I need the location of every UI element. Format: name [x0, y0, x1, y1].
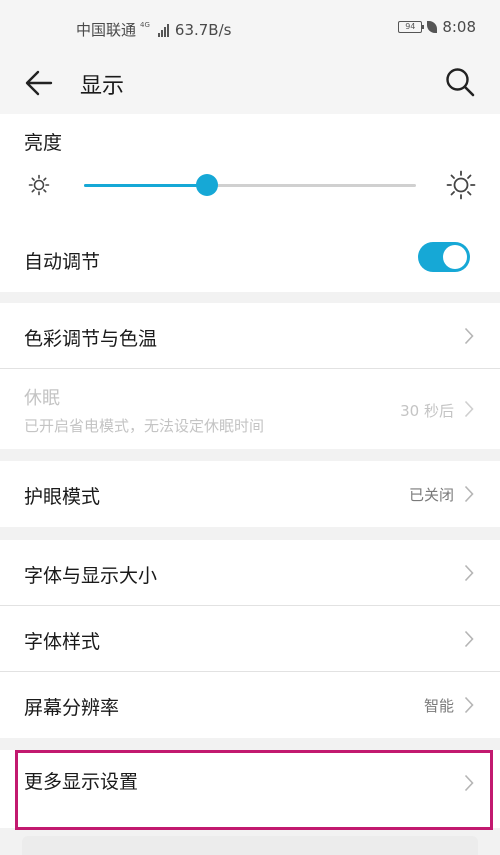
resolution-label: 屏幕分辨率 — [24, 697, 120, 719]
brightness-slider-fill — [84, 184, 207, 187]
brightness-section: 亮度 自动调节 — [0, 114, 500, 292]
brightness-low-icon — [28, 174, 50, 196]
next-section-stub — [22, 836, 478, 855]
brightness-slider[interactable] — [84, 174, 416, 196]
clock: 8:08 — [442, 18, 476, 36]
eye-care-value: 已关闭 — [408, 486, 454, 504]
resolution-row[interactable]: 屏幕分辨率 智能 — [0, 672, 500, 738]
more-display-label: 更多显示设置 — [24, 771, 139, 793]
chevron-right-icon — [464, 696, 474, 714]
color-temperature-label: 色彩调节与色温 — [24, 328, 158, 350]
eye-care-row[interactable]: 护眼模式 已关闭 — [0, 461, 500, 527]
chevron-right-icon — [464, 327, 474, 345]
toggle-knob — [443, 245, 467, 269]
sleep-row: 休眠 已开启省电模式，无法设定休眠时间 30 秒后 — [0, 369, 500, 449]
back-arrow-icon[interactable] — [24, 68, 54, 98]
color-sleep-section: 色彩调节与色温 休眠 已开启省电模式，无法设定休眠时间 30 秒后 — [0, 303, 500, 449]
resolution-value: 智能 — [423, 697, 454, 715]
app-bar: 显示 — [0, 56, 500, 114]
auto-brightness-toggle[interactable] — [418, 242, 470, 272]
status-bar: 中国联通 4G 63.7B/s 94 8:08 — [0, 0, 500, 56]
chevron-right-icon — [464, 774, 474, 792]
brightness-high-icon — [446, 170, 476, 200]
power-saving-icon — [427, 21, 438, 33]
font-size-row[interactable]: 字体与显示大小 — [0, 540, 500, 606]
carrier-name: 中国联通 — [76, 21, 137, 39]
eye-care-label: 护眼模式 — [24, 486, 101, 508]
status-right: 94 8:08 — [398, 18, 476, 36]
brightness-title: 亮度 — [24, 132, 63, 154]
chevron-right-icon — [464, 630, 474, 648]
chevron-right-icon — [464, 485, 474, 503]
net-speed: 63.7B/s — [174, 20, 232, 39]
page-title: 显示 — [80, 74, 125, 99]
network-type: 4G — [140, 21, 150, 29]
search-icon[interactable] — [444, 66, 476, 98]
sleep-value: 30 秒后 — [400, 402, 454, 420]
chevron-right-icon — [464, 400, 474, 418]
status-left: 中国联通 4G 63.7B/s — [76, 19, 231, 40]
sleep-subtitle: 已开启省电模式，无法设定休眠时间 — [24, 417, 265, 435]
auto-brightness-label: 自动调节 — [24, 251, 101, 273]
font-size-label: 字体与显示大小 — [24, 565, 158, 587]
font-style-row[interactable]: 字体样式 — [0, 606, 500, 672]
battery-icon: 94 — [398, 21, 425, 33]
chevron-right-icon — [464, 564, 474, 582]
signal-icon — [157, 23, 169, 37]
eye-care-section: 护眼模式 已关闭 — [0, 461, 500, 527]
font-style-label: 字体样式 — [24, 631, 101, 653]
font-resolution-section: 字体与显示大小 字体样式 屏幕分辨率 智能 — [0, 540, 500, 738]
color-temperature-row[interactable]: 色彩调节与色温 — [0, 303, 500, 369]
brightness-slider-thumb[interactable] — [195, 174, 218, 196]
sleep-title: 休眠 — [24, 388, 60, 409]
